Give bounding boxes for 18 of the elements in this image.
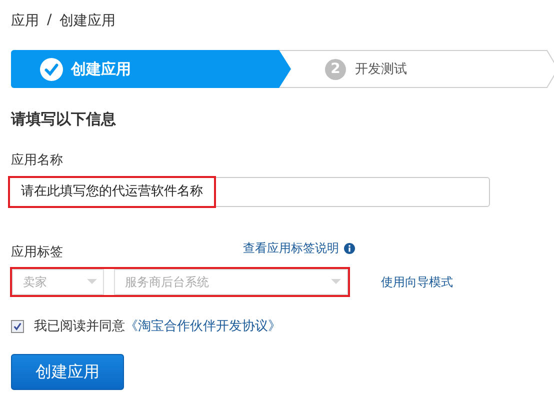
field-label: 应用标签 [11, 244, 64, 261]
caret-icon [331, 279, 341, 285]
step-label: 创建应用 [71, 60, 131, 78]
help-link[interactable]: 查看应用标签说明 [243, 240, 339, 256]
agreement-link[interactable]: 《淘宝合作伙伴开发协议》 [125, 317, 281, 335]
check-icon [40, 58, 63, 80]
breadcrumb-item[interactable]: 应用 [11, 12, 39, 34]
breadcrumb-item: 创建应用 [60, 12, 116, 31]
agreement-text: 我已阅读并同意 [34, 318, 125, 335]
checkbox[interactable] [11, 320, 24, 332]
breadcrumb-separator: / [47, 12, 52, 30]
field-label: 应用名称 [11, 152, 64, 169]
info-icon [344, 242, 355, 254]
caret-icon [87, 279, 97, 285]
create-app-button[interactable]: 创建应用 [11, 354, 124, 390]
section-title: 请填写以下信息 [11, 110, 117, 129]
wizard-link[interactable]: 使用向导模式 [381, 274, 453, 290]
step-label: 开发测试 [355, 61, 407, 78]
